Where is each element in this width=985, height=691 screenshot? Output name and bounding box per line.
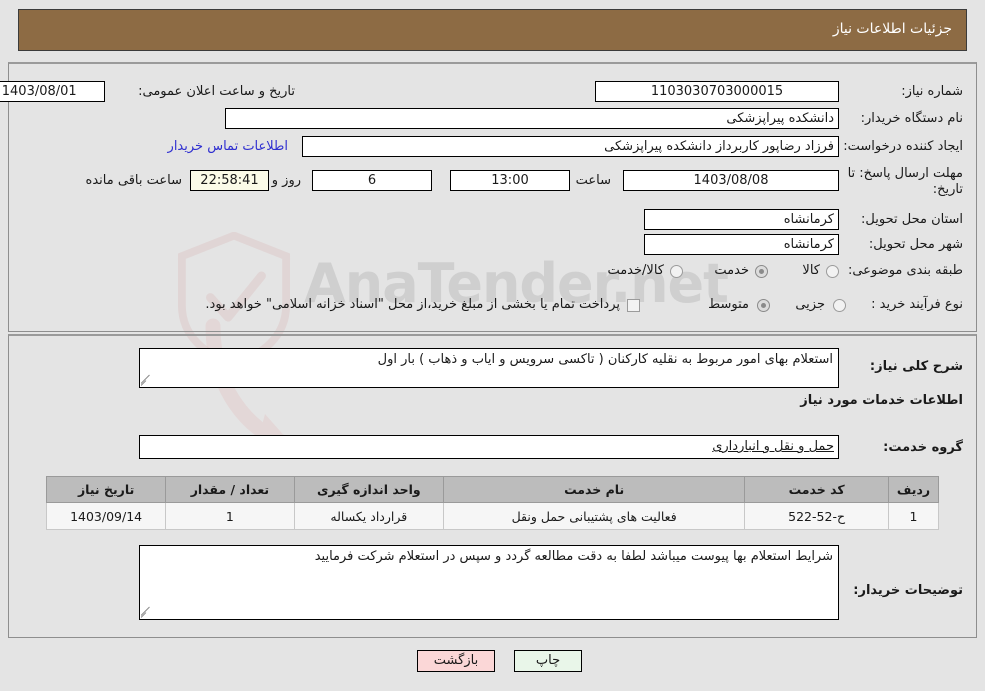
cell-date: 1403/09/14 (45, 502, 167, 530)
province-value: کرمانشاه (644, 209, 839, 230)
need-number-label: شماره نیاز: (901, 84, 963, 99)
radio-category-kala-label: کالا (802, 263, 820, 278)
city-label: شهر محل تحویل: (868, 237, 963, 252)
process-label: نوع فرآیند خرید : (871, 297, 963, 312)
cell-unit: قرارداد یکساله (293, 502, 445, 530)
table-header-row: ردیف کد خدمت نام خدمت واحد اندازه گیری ت… (45, 476, 939, 503)
radio-process-motevaset-label: متوسط (708, 297, 749, 312)
table-row: 1 ح-52-522 فعالیت های پشتیبانی حمل ونقل … (45, 502, 939, 530)
print-button[interactable]: چاپ (514, 650, 582, 672)
radio-category-kala-khedmat[interactable] (670, 265, 683, 278)
service-group-field[interactable]: حمل و نقل و انبارداری (139, 435, 839, 459)
radio-process-motevaset[interactable] (757, 299, 770, 312)
remaining-time-label: ساعت باقی مانده (85, 173, 182, 188)
radio-process-jozyi[interactable] (833, 299, 846, 312)
announce-datetime-label: تاریخ و ساعت اعلان عمومی: (138, 84, 295, 99)
back-button[interactable]: بازگشت (417, 650, 495, 672)
buyer-notes-label: توضیحات خریدار: (853, 583, 963, 598)
col-name: نام خدمت (443, 476, 746, 503)
city-value: کرمانشاه (644, 234, 839, 255)
radio-process-jozyi-label: جزیی (795, 297, 825, 312)
general-desc-label: شرح کلی نیاز: (869, 359, 963, 374)
general-desc-value: استعلام بهای امور مربوط به نقلیه کارکنان… (377, 352, 833, 367)
province-label: استان محل تحویل: (861, 212, 963, 227)
resize-grip-icon[interactable] (141, 374, 153, 386)
col-code: کد خدمت (744, 476, 889, 503)
radio-category-kala-khedmat-label: کالا/خدمت (607, 263, 664, 278)
checkbox-treasury-note[interactable] (627, 299, 640, 312)
col-quantity: تعداد / مقدار (165, 476, 295, 503)
page-header-bar: جزئیات اطلاعات نیاز (18, 9, 967, 51)
buyer-contact-link[interactable]: اطلاعات تماس خریدار (168, 139, 288, 154)
remaining-time-value: 22:58:41 (190, 170, 269, 191)
radio-category-kala[interactable] (826, 265, 839, 278)
page-title: جزئیات اطلاعات نیاز (832, 21, 952, 37)
deadline-hour-value: 13:00 (450, 170, 570, 191)
category-label: طبقه بندی موضوعی: (847, 263, 963, 278)
resize-grip-icon-2[interactable] (141, 606, 153, 618)
services-heading: اطلاعات خدمات مورد نیاز (800, 393, 963, 408)
cell-name: فعالیت های پشتیبانی حمل ونقل (443, 502, 746, 530)
col-unit: واحد اندازه گیری (293, 476, 445, 503)
cell-quantity: 1 (165, 502, 295, 530)
general-desc-textarea[interactable]: استعلام بهای امور مربوط به نقلیه کارکنان… (139, 348, 839, 388)
remaining-days-value: 6 (312, 170, 432, 191)
buyer-org-value: دانشکده پیراپزشکی (225, 108, 839, 129)
creator-label: ایجاد کننده درخواست: (843, 139, 963, 154)
col-radif: ردیف (888, 476, 939, 503)
col-date: تاریخ نیاز (45, 476, 167, 503)
service-group-value: حمل و نقل و انبارداری (712, 439, 834, 454)
deadline-date-value: 1403/08/08 (623, 170, 839, 191)
buyer-notes-textarea[interactable]: شرایط استعلام بها پیوست میباشد لطفا به د… (139, 545, 839, 620)
remaining-days-label: روز و (271, 173, 301, 188)
service-group-label: گروه خدمت: (883, 440, 963, 455)
summary-panel (8, 62, 977, 332)
radio-category-khedmat[interactable] (755, 265, 768, 278)
treasury-note-text: پرداخت تمام یا بخشی از مبلغ خرید،از محل … (205, 297, 620, 312)
deadline-label: مهلت ارسال پاسخ: تا تاریخ: (847, 166, 963, 197)
services-table: ردیف کد خدمت نام خدمت واحد اندازه گیری ت… (45, 476, 939, 530)
cell-code: ح-52-522 (744, 502, 889, 530)
announce-datetime-value: 1403/08/01 - 13:10 (0, 81, 105, 102)
buyer-org-label: نام دستگاه خریدار: (860, 111, 963, 126)
need-number-value: 1103030703000015 (595, 81, 839, 102)
cell-radif: 1 (888, 502, 939, 530)
radio-category-khedmat-label: خدمت (714, 263, 749, 278)
buyer-notes-value: شرایط استعلام بها پیوست میباشد لطفا به د… (314, 549, 833, 564)
deadline-hour-label: ساعت (575, 173, 611, 188)
creator-value: فرزاد رضاپور کاربرداز دانشکده پیراپزشکی (302, 136, 839, 157)
